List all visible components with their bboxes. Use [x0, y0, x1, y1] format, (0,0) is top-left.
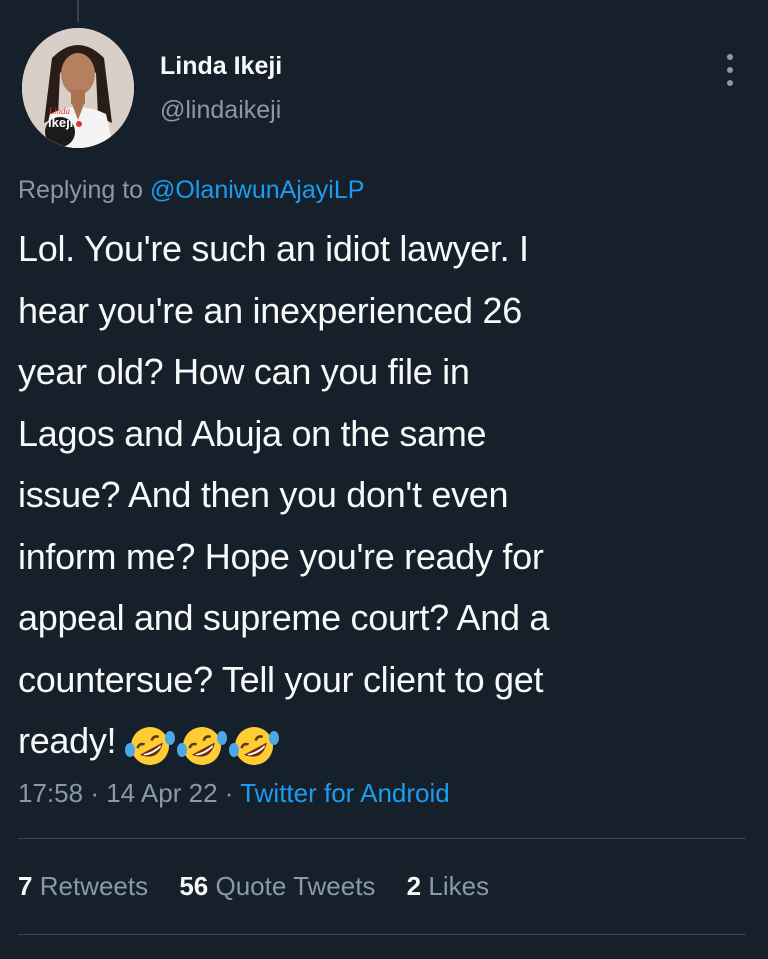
- svg-text:ikeji: ikeji: [48, 115, 73, 130]
- tweet-time[interactable]: 17:58: [18, 778, 83, 808]
- more-options-button[interactable]: [722, 50, 738, 90]
- rolling-on-floor-laughing-icon: [229, 727, 280, 766]
- meta-separator: ·: [224, 778, 234, 808]
- retweets-count: 7: [18, 871, 33, 901]
- retweets-label: Retweets: [39, 871, 149, 901]
- retweets-stat[interactable]: 7 Retweets: [18, 869, 148, 903]
- tweet-text-line: inform me? Hope you're ready for: [18, 535, 544, 577]
- author-display-name[interactable]: Linda Ikeji: [160, 50, 282, 82]
- tweet-text-line: Lol. You're such an idiot lawyer. I: [18, 228, 529, 269]
- divider: [18, 934, 746, 935]
- tweet-source-link[interactable]: Twitter for Android: [240, 778, 450, 808]
- emoji-group: [124, 713, 280, 775]
- tweet-detail: Linda ikeji Linda Ikeji @lindaikeji Repl…: [0, 0, 768, 959]
- replying-to-handle-link[interactable]: @OlaniwunAjayiLP: [150, 176, 364, 204]
- avatar-badge-logo: Linda ikeji: [46, 104, 84, 134]
- more-dots-vertical-icon: [727, 54, 733, 60]
- tweet-text-line: issue? And then you don't even: [18, 474, 509, 515]
- thread-connector-line: [77, 0, 79, 22]
- more-dots-vertical-icon: [727, 67, 733, 73]
- quote-tweets-label: Quote Tweets: [215, 871, 376, 901]
- tweet-text-line: hear you're an inexperienced 26: [18, 289, 522, 331]
- tweet-meta: 17:58 · 14 Apr 22 · Twitter for Android: [18, 776, 450, 810]
- rolling-on-floor-laughing-icon: [177, 727, 228, 766]
- tweet-text-line: Lagos and Abuja on the same: [18, 412, 487, 454]
- divider: [18, 838, 746, 839]
- tweet-stats: 7 Retweets 56 Quote Tweets 2 Likes: [18, 869, 513, 903]
- quote-tweets-stat[interactable]: 56 Quote Tweets: [179, 869, 375, 903]
- tweet-date[interactable]: 14 Apr 22: [106, 778, 217, 808]
- tweet-text-line: year old? How can you file in: [18, 351, 470, 392]
- author-handle[interactable]: @lindaikeji: [160, 94, 282, 126]
- replying-to: Replying to @OlaniwunAjayiLP: [18, 173, 364, 207]
- likes-stat[interactable]: 2 Likes: [407, 869, 489, 903]
- replying-to-label: Replying to: [18, 176, 144, 204]
- likes-count: 2: [406, 871, 422, 901]
- author-block: Linda Ikeji @lindaikeji: [160, 50, 282, 126]
- rolling-on-floor-laughing-icon: [125, 727, 176, 766]
- tweet-text-line: countersue? Tell your client to get: [18, 658, 544, 700]
- meta-separator: ·: [90, 778, 99, 808]
- tweet-text-line: ready!: [18, 720, 117, 761]
- tweet-text-last-line: ready!: [18, 710, 753, 774]
- quote-tweets-count: 56: [179, 871, 209, 901]
- tweet-text: Lol. You're such an idiot lawyer. I hear…: [18, 218, 753, 774]
- more-dots-vertical-icon: [727, 80, 733, 86]
- likes-label: Likes: [428, 871, 490, 901]
- tweet-text-line: appeal and supreme court? And a: [18, 597, 550, 638]
